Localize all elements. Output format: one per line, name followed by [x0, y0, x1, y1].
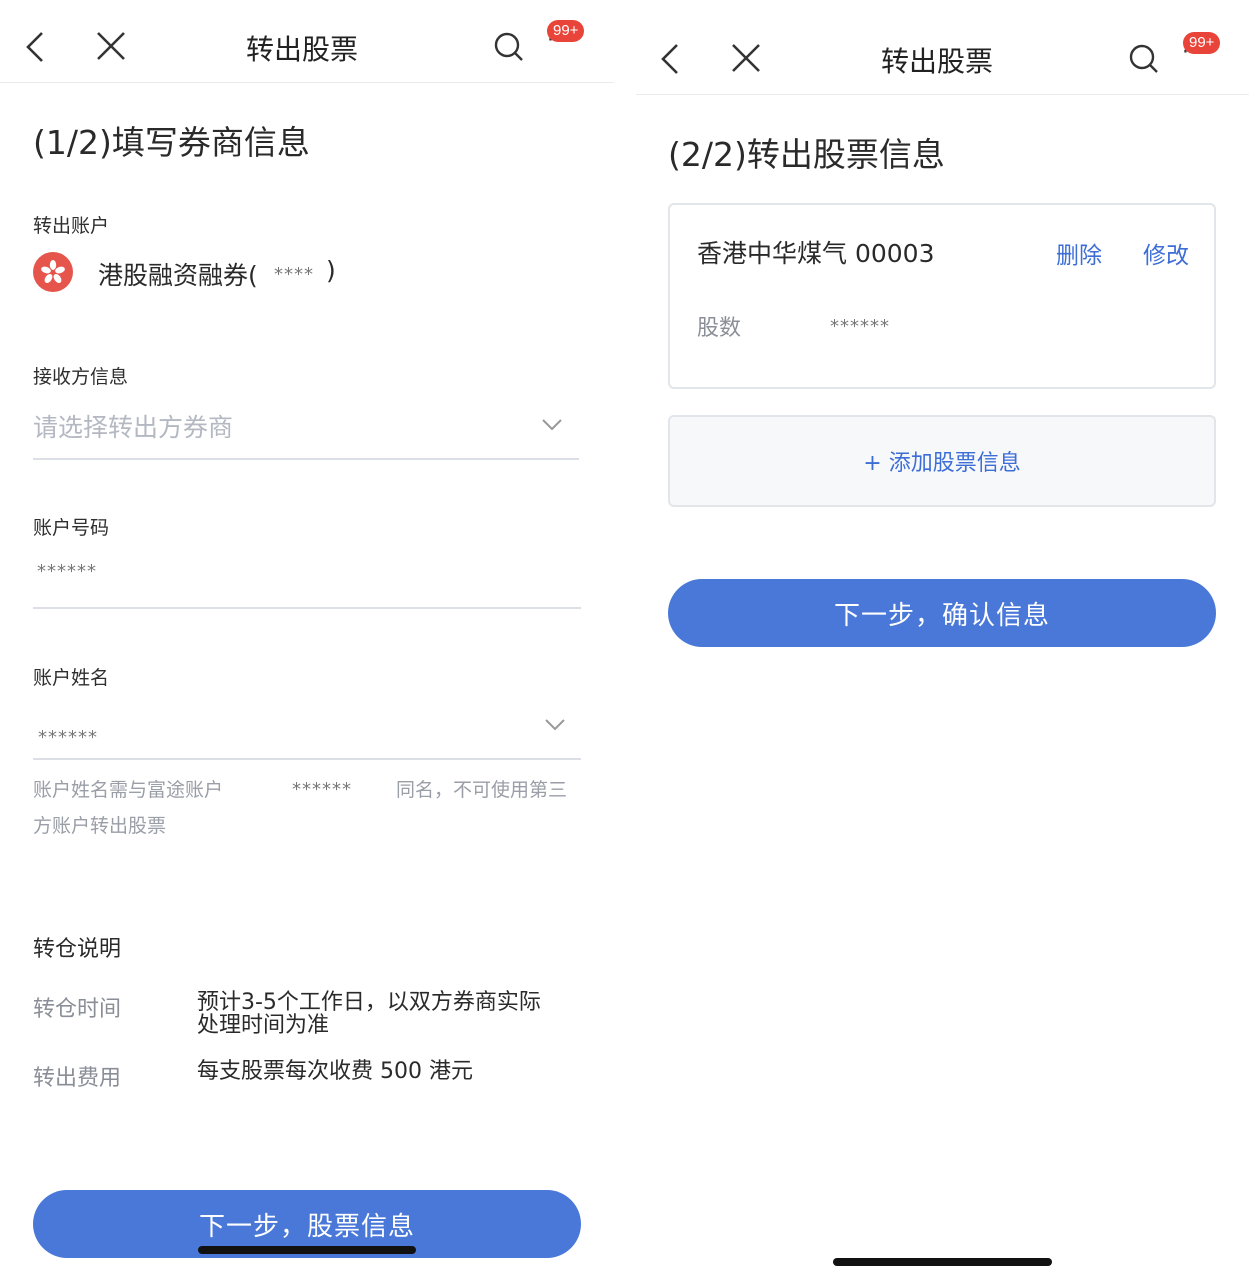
back-icon[interactable]: [22, 30, 48, 64]
notes-value: 预计3-5个工作日，以双方券商实际: [197, 990, 541, 1015]
shares-label: 股数: [697, 316, 742, 341]
header-divider: [0, 82, 614, 83]
notes-key: 转仓时间: [33, 997, 122, 1022]
hk-flag-icon: [33, 252, 73, 292]
account-number-underline: [33, 607, 581, 609]
notes-title: 转仓说明: [33, 937, 122, 962]
page-title: (2/2)转出股票信息: [668, 135, 945, 174]
stock-card: [668, 203, 1216, 389]
notification-badge: 99+: [547, 20, 585, 42]
header-divider: [636, 94, 1249, 95]
nav-title: 转出股票: [881, 45, 994, 78]
notes-value: 每支股票每次收费 500 港元: [197, 1059, 473, 1084]
back-icon[interactable]: [657, 42, 683, 76]
broker-select-underline: [33, 458, 579, 460]
close-icon[interactable]: [731, 43, 761, 73]
transfer-account-label: 转出账户: [33, 215, 110, 237]
nav-title: 转出股票: [246, 33, 359, 66]
account-name-underline: [33, 758, 581, 760]
account-name-hint-masked: ******: [292, 779, 352, 800]
search-icon[interactable]: [1128, 43, 1160, 75]
chevron-down-icon[interactable]: [544, 718, 566, 732]
account-name-field[interactable]: ******: [38, 727, 98, 748]
search-icon[interactable]: [493, 31, 525, 63]
account-number-field[interactable]: ******: [37, 561, 97, 582]
broker-select[interactable]: 请选择转出方券商: [33, 408, 233, 444]
confirm-button[interactable]: 下一步，确认信息: [668, 579, 1216, 647]
edit-button[interactable]: 修改: [1143, 236, 1189, 270]
shares-value: ******: [830, 316, 890, 337]
account-name-hint-line2: 方账户转出股票: [33, 815, 167, 837]
notification-badge: 99+: [1183, 32, 1221, 54]
account-name-hint-cont: 同名，不可使用第三: [396, 779, 568, 801]
account-name-label: 账户姓名: [33, 667, 110, 689]
chevron-down-icon[interactable]: [541, 418, 563, 432]
stock-name: 香港中华煤气 00003: [697, 239, 935, 268]
transfer-account-masked: ****: [274, 264, 314, 285]
add-stock-label: + 添加股票信息: [863, 451, 1021, 476]
notes-value-line2: 处理时间为准: [197, 1013, 330, 1038]
transfer-account-name: 港股融资融券(: [98, 261, 258, 290]
notes-key: 转出费用: [33, 1066, 122, 1091]
page-title: (1/2)填写券商信息: [33, 123, 310, 162]
add-stock-button[interactable]: + 添加股票信息: [668, 415, 1216, 507]
close-icon[interactable]: [96, 31, 126, 61]
delete-button[interactable]: 删除: [1056, 236, 1102, 270]
home-indicator: [198, 1246, 416, 1254]
account-number-label: 账户号码: [33, 517, 110, 539]
transfer-account-close: ): [326, 256, 336, 285]
account-name-hint: 账户姓名需与富途账户: [33, 779, 224, 801]
home-indicator: [833, 1258, 1052, 1266]
receiver-label: 接收方信息: [33, 366, 129, 388]
